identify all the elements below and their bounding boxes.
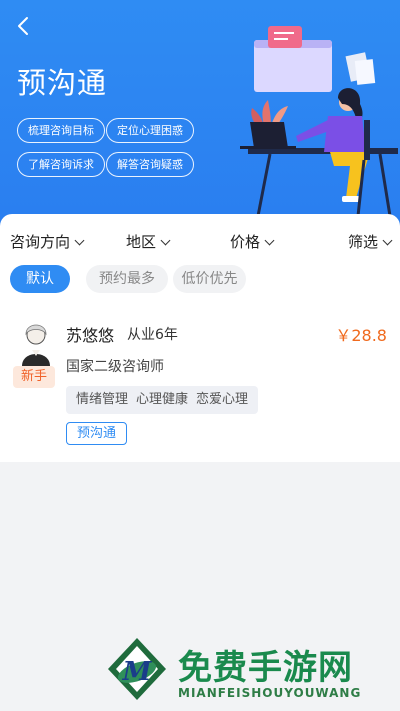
watermark-subtitle: MIANFEISHOUYOUWANG <box>178 686 362 700</box>
page-title: 预沟通 <box>17 66 108 100</box>
sort-low-price[interactable]: 低价优先 <box>173 265 246 293</box>
consultant-tags: 情绪管理 心理健康 恋爱心理 <box>66 386 259 414</box>
tag-item: 情绪管理 <box>76 392 129 407</box>
hero-banner: 预沟通 梳理咨询目标 定位心理困惑 了解咨询诉求 解答咨询疑惑 <box>0 0 400 228</box>
sort-most-booked[interactable]: 预约最多 <box>86 265 168 293</box>
chevron-down-icon <box>74 235 85 246</box>
consultant-experience: 从业6年 <box>127 327 178 343</box>
back-button[interactable] <box>12 14 36 38</box>
tag-item: 恋爱心理 <box>196 392 249 407</box>
chip-confusion[interactable]: 定位心理困惑 <box>106 118 194 143</box>
hero-illustration <box>240 26 398 217</box>
filter-price-label: 价格 <box>230 233 261 251</box>
watermark-title: 免费手游网 <box>178 648 353 688</box>
level-badge: 新手 <box>13 366 55 388</box>
filter-region-label: 地区 <box>126 233 157 251</box>
consultant-price: ￥28.8 <box>335 326 387 345</box>
tag-item: 心理健康 <box>136 392 189 407</box>
filter-price[interactable]: 价格 <box>230 231 275 252</box>
logo-letter: M <box>122 657 153 687</box>
filter-bar: 咨询方向 地区 价格 筛选 <box>0 214 400 268</box>
sort-default[interactable]: 默认 <box>10 265 70 293</box>
watermark-logo: M <box>108 638 166 700</box>
chevron-down-icon <box>382 235 393 246</box>
filter-direction[interactable]: 咨询方向 <box>10 231 85 252</box>
chip-goal[interactable]: 梳理咨询目标 <box>17 118 105 143</box>
avatar <box>22 324 50 366</box>
service-button[interactable]: 预沟通 <box>66 422 128 445</box>
chevron-down-icon <box>264 235 275 246</box>
chip-doubt[interactable]: 解答咨询疑惑 <box>106 152 194 177</box>
filter-more[interactable]: 筛选 <box>348 231 393 252</box>
chevron-left-icon <box>18 17 28 35</box>
content-panel: 咨询方向 地区 价格 筛选 默认 预约最多 低价优先 新手 苏悠悠 从业6年 ￥… <box>0 214 400 462</box>
chevron-down-icon <box>160 235 171 246</box>
watermark: M 免费手游网 MIANFEISHOUYOUWANG <box>104 636 394 710</box>
filter-direction-label: 咨询方向 <box>10 233 71 251</box>
filter-region[interactable]: 地区 <box>126 231 171 252</box>
chip-demand[interactable]: 了解咨询诉求 <box>17 152 105 177</box>
filter-more-label: 筛选 <box>348 233 379 251</box>
consultant-certification: 国家二级咨询师 <box>66 359 164 375</box>
consultant-name: 苏悠悠 <box>66 326 115 345</box>
